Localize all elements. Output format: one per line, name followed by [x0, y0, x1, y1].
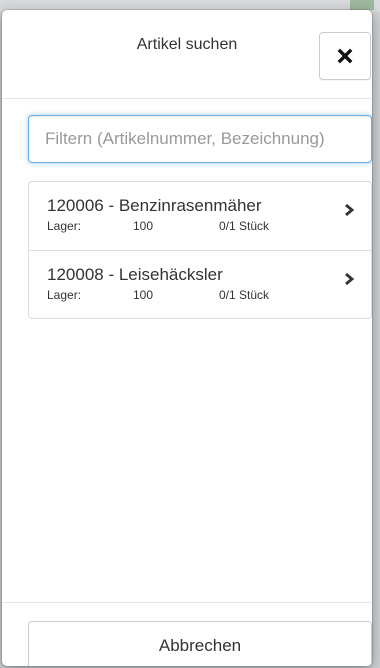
dialog-footer: Abbrechen	[2, 602, 372, 666]
article-item-120006[interactable]: 120006 - Benzinrasenmäher Lager: 100 0/1…	[29, 182, 371, 250]
stock-label: Lager:	[47, 288, 82, 302]
close-button[interactable]	[319, 32, 371, 80]
article-title: 120008 - Leisehäcksler	[47, 265, 223, 284]
stock-value: 100	[133, 288, 154, 302]
cancel-button[interactable]: Abbrechen	[28, 621, 372, 666]
filter-input[interactable]	[28, 115, 372, 163]
article-meta: Lager: 100 0/1 Stück	[47, 288, 355, 302]
quantity-value: 0/1 Stück	[219, 288, 270, 302]
stock-label: Lager:	[47, 219, 82, 233]
chevron-right-icon	[345, 203, 355, 217]
chevron-right-icon	[345, 272, 355, 286]
quantity-value: 0/1 Stück	[219, 219, 270, 233]
dialog-title: Artikel suchen	[136, 36, 238, 53]
article-list: 120006 - Benzinrasenmäher Lager: 100 0/1…	[28, 181, 372, 319]
article-item-120008[interactable]: 120008 - Leisehäcksler Lager: 100 0/1 St…	[29, 250, 371, 318]
article-meta: Lager: 100 0/1 Stück	[47, 219, 355, 233]
dialog-header: Artikel suchen	[2, 10, 372, 99]
backdrop-accent	[350, 0, 374, 10]
close-icon	[337, 48, 353, 64]
article-title: 120006 - Benzinrasenmäher	[47, 196, 262, 215]
stock-value: 100	[133, 219, 154, 233]
article-search-dialog: Artikel suchen 120006 - Benzinrasenmäher…	[2, 10, 372, 666]
